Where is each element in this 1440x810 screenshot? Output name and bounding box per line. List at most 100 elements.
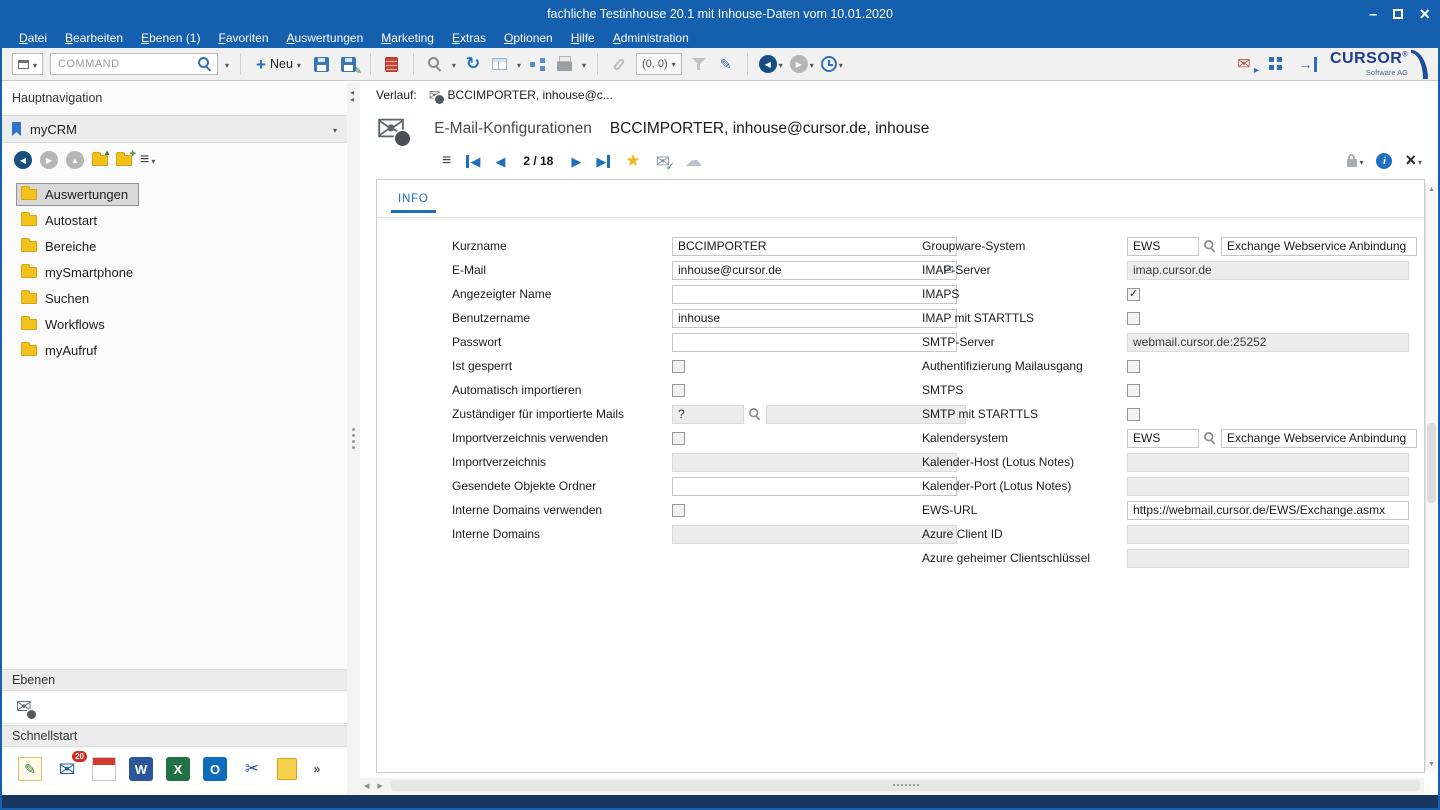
selection-counter[interactable]: (0, 0) — [636, 53, 682, 75]
imap-mit-starttls-checkbox[interactable] — [1127, 312, 1140, 325]
chevron-down-icon[interactable] — [582, 55, 586, 73]
passwort-input[interactable] — [672, 333, 957, 352]
tree-item-suchen[interactable]: Suchen — [16, 285, 337, 311]
menu-item-bearbeiten[interactable]: Bearbeiten — [56, 30, 132, 46]
sidebar-splitter[interactable] — [347, 83, 361, 795]
menu-item-marketing[interactable]: Marketing — [372, 30, 443, 46]
report-button[interactable] — [490, 54, 510, 74]
outlook-icon[interactable] — [203, 757, 227, 781]
previous-record-button[interactable] — [495, 155, 505, 168]
last-record-button[interactable] — [596, 155, 610, 168]
menu-item-favoriten[interactable]: Favoriten — [209, 30, 277, 46]
edit-button[interactable] — [716, 54, 736, 74]
folder-up-button[interactable] — [92, 155, 108, 166]
vertical-scrollbar[interactable] — [1425, 183, 1437, 771]
lookup-search-icon[interactable] — [749, 408, 761, 420]
vertical-scroll-thumb[interactable] — [1427, 423, 1436, 503]
menu-item-datei[interactable]: Datei — [10, 30, 56, 46]
scroll-left-icon[interactable] — [360, 782, 373, 790]
menu-item-hilfe[interactable]: Hilfe — [562, 30, 604, 46]
mail-verified-icon[interactable] — [656, 153, 670, 170]
tree-item-workflows[interactable]: Workflows — [16, 311, 337, 337]
record-menu-icon[interactable] — [442, 152, 451, 170]
lookup-search-icon[interactable] — [1204, 432, 1216, 444]
menu-item-ebenen-1[interactable]: Ebenen (1) — [132, 30, 209, 46]
neu-button[interactable]: Neu — [252, 54, 305, 75]
notes-icon[interactable] — [18, 757, 42, 781]
horizontal-scrollbar[interactable] — [360, 778, 1424, 793]
hierarchy-button[interactable] — [528, 54, 548, 74]
ews-url-input[interactable]: https://webmail.cursor.de/EWS/Exchange.a… — [1127, 501, 1409, 520]
tree-item-myaufruf[interactable]: myAufruf — [16, 337, 337, 363]
excel-icon[interactable] — [166, 757, 190, 781]
minimize-button[interactable] — [1369, 6, 1377, 23]
folder-app-icon[interactable] — [277, 758, 297, 780]
apps-button[interactable] — [1266, 54, 1286, 74]
calendar-icon[interactable] — [92, 757, 116, 781]
scissors-icon[interactable] — [240, 757, 264, 781]
advanced-search-button[interactable] — [425, 54, 445, 74]
tree-item-mysmartphone[interactable]: mySmartphone — [16, 259, 337, 285]
kurzname-input[interactable]: BCCIMPORTER — [672, 237, 957, 256]
nav-back-button[interactable] — [14, 151, 32, 169]
command-dropdown-icon[interactable] — [225, 55, 229, 73]
nav-up-button[interactable] — [66, 151, 84, 169]
history-back-button[interactable] — [759, 55, 783, 73]
lookup-search-icon[interactable] — [1204, 240, 1216, 252]
menu-item-optionen[interactable]: Optionen — [495, 30, 562, 46]
ebenen-header[interactable]: Ebenen — [2, 669, 347, 691]
refresh-button[interactable] — [463, 54, 483, 74]
tree-item-bereiche[interactable]: Bereiche — [16, 233, 337, 259]
folder-add-button[interactable] — [116, 155, 132, 166]
angezeigter-name-input[interactable] — [672, 285, 957, 304]
ist-gesperrt-checkbox[interactable] — [672, 360, 685, 373]
info-icon[interactable] — [1376, 153, 1392, 169]
authentifizierung-mailausgang-checkbox[interactable] — [1127, 360, 1140, 373]
kalendersystem-code-input[interactable]: EWS — [1127, 429, 1199, 448]
scroll-up-icon[interactable] — [1426, 186, 1437, 193]
maximize-button[interactable] — [1393, 9, 1403, 19]
save-button[interactable] — [312, 54, 332, 74]
automatisch-importieren-checkbox[interactable] — [672, 384, 685, 397]
workspace-selector[interactable]: myCRM — [2, 115, 347, 143]
menu-item-extras[interactable]: Extras — [443, 30, 495, 46]
smtp-mit-starttls-checkbox[interactable] — [1127, 408, 1140, 421]
command-input[interactable] — [56, 57, 198, 71]
command-search[interactable] — [50, 53, 218, 75]
window-selector[interactable] — [12, 53, 43, 75]
tree-item-autostart[interactable]: Autostart — [16, 207, 337, 233]
tree-item-auswertungen[interactable]: Auswertungen — [16, 181, 337, 207]
e-mail-input[interactable]: inhouse@cursor.de — [672, 261, 957, 280]
close-button[interactable] — [1419, 5, 1430, 23]
save-as-button[interactable] — [339, 54, 359, 74]
overflow-icon[interactable] — [310, 757, 324, 781]
groupware-system-code-input[interactable]: EWS — [1127, 237, 1199, 256]
chevron-down-icon[interactable] — [452, 55, 456, 73]
chevron-down-icon[interactable] — [517, 55, 521, 73]
splitter-grip[interactable] — [352, 428, 355, 431]
scroll-down-icon[interactable] — [1426, 761, 1437, 768]
imaps-checkbox[interactable] — [1127, 288, 1140, 301]
schnellstart-header[interactable]: Schnellstart — [2, 725, 347, 747]
collapse-sidebar-icon[interactable] — [350, 89, 354, 103]
word-icon[interactable] — [129, 757, 153, 781]
importverzeichnis-verwenden-checkbox[interactable] — [672, 432, 685, 445]
menu-item-administration[interactable]: Administration — [604, 30, 698, 46]
close-record-button[interactable] — [1405, 151, 1422, 171]
history-button[interactable] — [821, 55, 843, 73]
scroll-right-icon[interactable] — [373, 782, 386, 790]
verlauf-item[interactable]: BCCIMPORTER, inhouse@c... — [429, 88, 613, 102]
favorite-star-icon[interactable] — [625, 151, 640, 171]
mail-icon[interactable]: 20 — [55, 757, 79, 781]
tab-info[interactable]: INFO — [391, 190, 436, 213]
mail-status-icon[interactable] — [1234, 54, 1254, 74]
logout-button[interactable] — [1298, 54, 1318, 74]
menu-item-auswertungen[interactable]: Auswertungen — [278, 30, 373, 46]
next-record-button[interactable] — [571, 155, 581, 168]
horizontal-scroll-thumb[interactable] — [391, 780, 1420, 791]
nav-forward-button[interactable] — [40, 151, 58, 169]
email-config-tab-icon[interactable] — [16, 698, 32, 717]
search-icon[interactable] — [198, 57, 212, 71]
smtps-checkbox[interactable] — [1127, 384, 1140, 397]
print-button[interactable] — [555, 54, 575, 74]
